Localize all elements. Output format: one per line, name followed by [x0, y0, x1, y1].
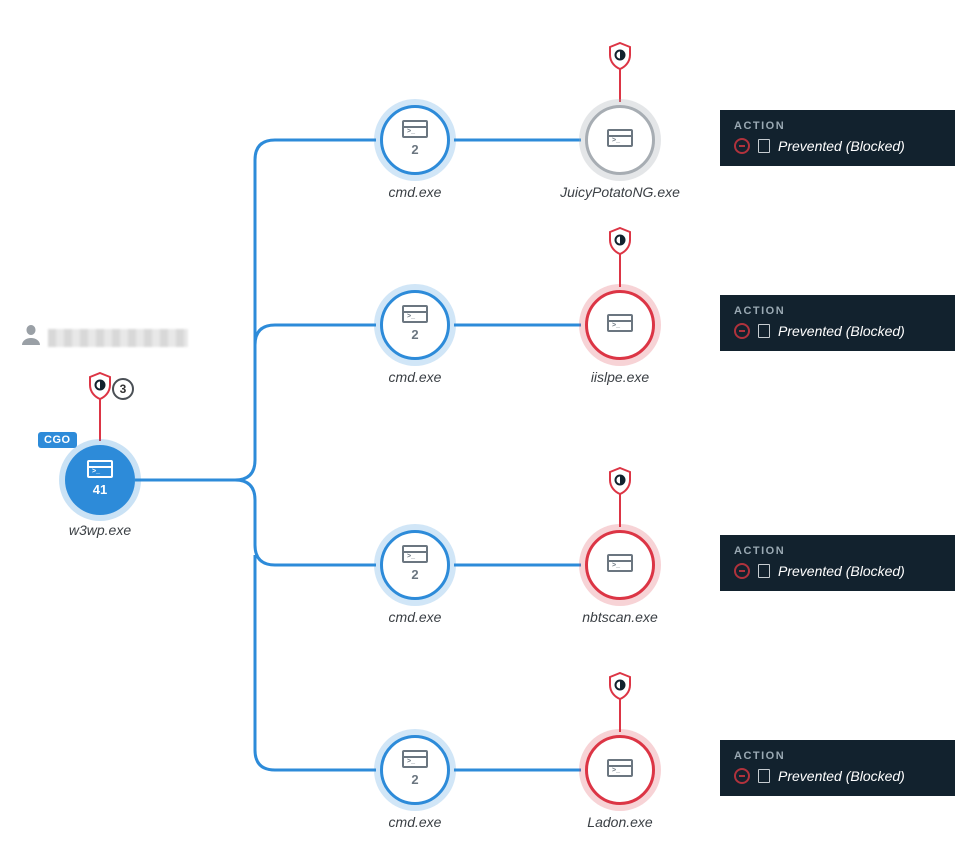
terminal-icon — [607, 554, 633, 572]
mid-count: 2 — [411, 772, 418, 787]
process-mid-node[interactable]: 2 — [380, 735, 450, 805]
mid-label: cmd.exe — [335, 184, 495, 200]
action-header: ACTION — [734, 750, 941, 762]
action-status: Prevented (Blocked) — [778, 138, 905, 154]
username-redacted — [48, 329, 188, 347]
process-mid-node[interactable]: 2 — [380, 530, 450, 600]
stop-icon — [734, 768, 750, 784]
stop-icon — [734, 323, 750, 339]
mid-count: 2 — [411, 327, 418, 342]
action-status: Prevented (Blocked) — [778, 563, 905, 579]
process-leaf-node[interactable] — [585, 290, 655, 360]
leaf-label: JuicyPotatoNG.exe — [540, 184, 700, 200]
mid-count: 2 — [411, 142, 418, 157]
document-icon — [758, 324, 770, 338]
terminal-icon — [402, 120, 428, 138]
terminal-icon — [402, 545, 428, 563]
action-panel: ACTION Prevented (Blocked) — [720, 110, 955, 166]
mid-count: 2 — [411, 567, 418, 582]
terminal-icon — [607, 314, 633, 332]
user-icon — [22, 325, 40, 351]
terminal-icon — [402, 750, 428, 768]
process-mid-node[interactable]: 2 — [380, 105, 450, 175]
leaf-label: nbtscan.exe — [540, 609, 700, 625]
action-header: ACTION — [734, 305, 941, 317]
root-label: w3wp.exe — [20, 522, 180, 538]
leaf-label: Ladon.exe — [540, 814, 700, 830]
user-row — [22, 325, 188, 351]
shield-icon — [88, 372, 112, 400]
mid-label: cmd.exe — [335, 369, 495, 385]
root-count: 41 — [93, 482, 107, 497]
process-leaf-node[interactable] — [585, 530, 655, 600]
shield-icon — [608, 672, 632, 700]
shield-icon — [608, 42, 632, 70]
terminal-icon — [607, 129, 633, 147]
root-badge-count: 3 — [112, 378, 134, 400]
leaf-label: iislpe.exe — [540, 369, 700, 385]
process-leaf-node[interactable] — [585, 105, 655, 175]
shield-icon — [608, 227, 632, 255]
document-icon — [758, 139, 770, 153]
terminal-icon — [402, 305, 428, 323]
stop-icon — [734, 563, 750, 579]
action-panel: ACTION Prevented (Blocked) — [720, 740, 955, 796]
process-root-node[interactable]: 41 — [65, 445, 135, 515]
process-mid-node[interactable]: 2 — [380, 290, 450, 360]
stop-icon — [734, 138, 750, 154]
shield-icon — [608, 467, 632, 495]
terminal-icon — [607, 759, 633, 777]
mid-label: cmd.exe — [335, 609, 495, 625]
action-header: ACTION — [734, 120, 941, 132]
process-leaf-node[interactable] — [585, 735, 655, 805]
action-status: Prevented (Blocked) — [778, 323, 905, 339]
cgo-tag: CGO — [38, 432, 77, 448]
action-status: Prevented (Blocked) — [778, 768, 905, 784]
terminal-icon — [87, 460, 113, 478]
action-header: ACTION — [734, 545, 941, 557]
mid-label: cmd.exe — [335, 814, 495, 830]
action-panel: ACTION Prevented (Blocked) — [720, 295, 955, 351]
document-icon — [758, 769, 770, 783]
document-icon — [758, 564, 770, 578]
action-panel: ACTION Prevented (Blocked) — [720, 535, 955, 591]
